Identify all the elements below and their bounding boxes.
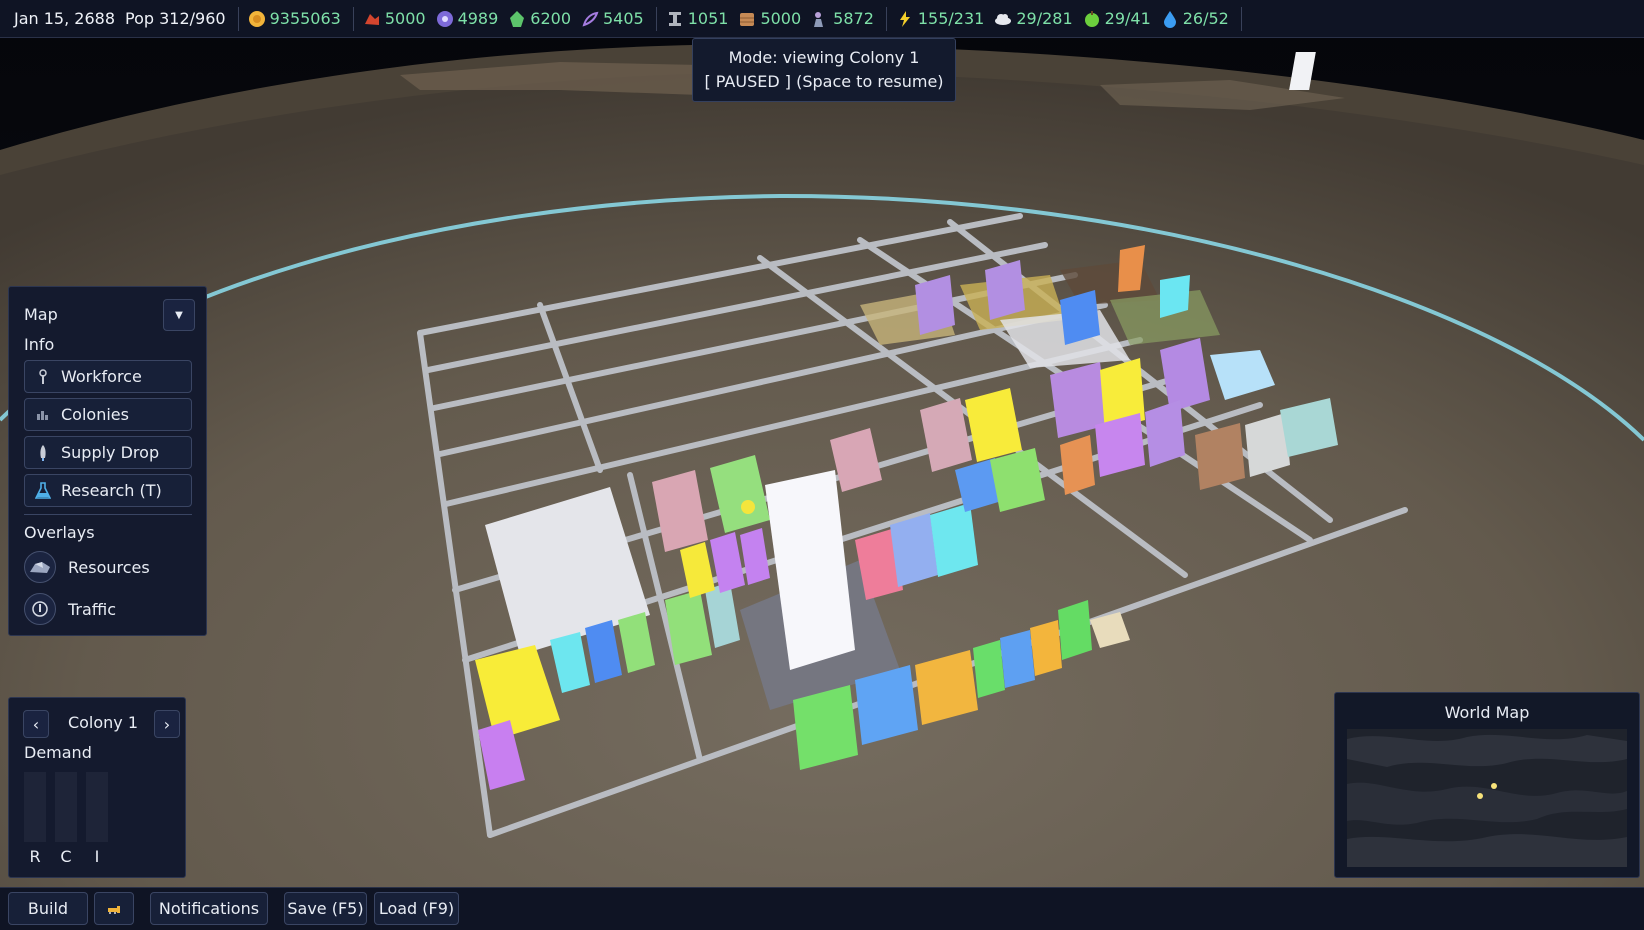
colony-panel: ‹ Colony 1 › Demand R C I [8,697,186,878]
chevron-right-icon: › [163,714,171,734]
resources-icon [24,551,56,583]
divider [655,6,657,31]
city-icon [25,410,61,420]
bulldoze-button[interactable] [94,892,134,925]
build-label: Build [27,899,69,918]
research-button[interactable]: Research (T) [24,474,192,507]
traffic-icon [24,593,56,625]
worker-icon [811,10,829,28]
resources-overlay-toggle[interactable]: Resources [24,551,150,583]
demand-label-residential: R [29,847,41,866]
divider [352,6,354,31]
resources-overlay-label: Resources [68,557,150,577]
map-dropdown-button[interactable]: ▼ [163,299,195,331]
resource-water: 26/52 [1161,9,1229,28]
resource-steel: 1051 [666,9,728,28]
traffic-overlay-toggle[interactable]: Traffic [24,593,116,625]
population-count: Pop 312/960 [125,9,226,28]
resource-food: 29/41 [1083,9,1151,28]
chevron-left-icon: ‹ [32,714,40,734]
colonies-label: Colonies [61,405,129,424]
divider [237,6,239,31]
rocket-icon [25,444,61,462]
wood-icon [738,10,756,28]
food-icon [1083,10,1101,28]
world-map-title: World Map [1444,703,1530,722]
steel-beam-icon [666,10,684,28]
demand-label-industrial: I [94,847,100,866]
resource-fiber: 5405 [581,9,644,28]
divider [24,514,192,515]
demand-label-commercial: C [60,847,72,866]
divider [1240,6,1242,31]
demand-bar-industrial [86,772,108,842]
resource-mineral: 6200 [508,9,571,28]
workforce-label: Workforce [61,367,142,386]
research-label: Research (T) [61,481,162,500]
next-colony-button[interactable]: › [154,710,180,738]
water-icon [1161,10,1179,28]
build-button[interactable]: Build [8,892,88,925]
load-label: Load (F9) [378,899,455,918]
flask-icon [25,481,61,500]
resource-ore: 5000 [363,9,426,28]
chevron-down-icon: ▼ [175,309,183,321]
demand-label: Demand [24,743,92,762]
crystal-icon [436,10,454,28]
supply-drop-button[interactable]: Supply Drop [24,436,192,469]
resource-workers: 5872 [811,9,874,28]
supply-drop-label: Supply Drop [61,443,160,462]
divider [885,6,887,31]
traffic-overlay-label: Traffic [68,599,117,619]
save-label: Save (F5) [287,899,364,918]
top-status-bar: Jan 15, 2688 Pop 312/960 9355063 5000 49… [0,0,1644,38]
coin-icon [248,10,266,28]
ore-icon [363,10,381,28]
wrench-icon [25,368,61,385]
overlays-label: Overlays [24,523,95,542]
notifications-label: Notifications [158,899,260,918]
map-label: Map [24,305,58,324]
load-button[interactable]: Load (F9) [374,892,459,925]
pause-text: [ PAUSED ] (Space to resume) [704,72,944,91]
bulldozer-icon [107,899,121,918]
prev-colony-button[interactable]: ‹ [23,710,49,738]
workforce-button[interactable]: Workforce [24,360,192,393]
fiber-icon [581,10,599,28]
resource-crystal: 4989 [436,9,498,28]
resource-wood: 5000 [738,9,801,28]
cloud-icon [994,10,1012,28]
info-label: Info [24,335,55,354]
mineral-icon [508,10,526,28]
power-icon [896,10,914,28]
resource-credits: 9355063 [248,9,341,28]
colonies-button[interactable]: Colonies [24,398,192,431]
bottom-toolbar: Build Notifications Save (F5) Load (F9) [0,887,1644,930]
mode-text: Mode: viewing Colony 1 [728,48,920,67]
world-map-panel: World Map [1334,692,1640,878]
save-button[interactable]: Save (F5) [284,892,367,925]
info-panel: Map ▼ Info Workforce Colonies Supply Dro… [8,286,207,636]
demand-bar-residential [24,772,46,842]
demand-bar-commercial [55,772,77,842]
game-date: Jan 15, 2688 [14,9,115,28]
colony-name: Colony 1 [67,713,139,732]
notifications-button[interactable]: Notifications [150,892,268,925]
world-minimap[interactable] [1347,729,1627,867]
resource-air: 29/281 [994,9,1073,28]
resource-power: 155/231 [896,9,984,28]
mode-status-box: Mode: viewing Colony 1 [ PAUSED ] (Space… [692,38,956,102]
